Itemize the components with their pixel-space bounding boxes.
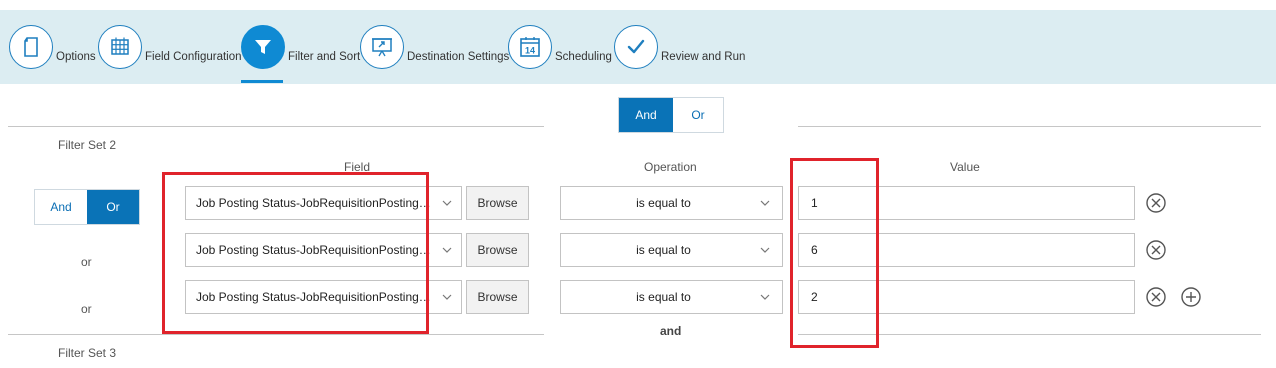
checkmark-icon <box>614 25 658 69</box>
grid-icon <box>98 25 142 69</box>
operation-select-value: is equal to <box>636 290 691 304</box>
chevron-down-icon <box>433 200 461 206</box>
chevron-down-icon <box>748 247 782 253</box>
calendar-day: 14 <box>525 46 535 56</box>
chevron-down-icon <box>433 247 461 253</box>
row-connector-label: or <box>81 302 92 316</box>
filter-sets-connector-label: and <box>660 324 682 338</box>
operation-select-value: is equal to <box>636 243 691 257</box>
chevron-down-icon <box>433 294 461 300</box>
filter-set-or-button[interactable]: Or <box>87 190 139 224</box>
document-icon <box>9 25 53 69</box>
step-scheduling[interactable]: 14 Scheduling <box>508 23 612 71</box>
field-column-highlight <box>162 172 429 334</box>
step-label: Scheduling <box>555 51 612 63</box>
presentation-board-icon <box>360 25 404 69</box>
operation-select[interactable]: is equal to <box>560 186 783 220</box>
operation-column-header: Operation <box>644 160 697 174</box>
filter-set-title: Filter Set 2 <box>58 138 117 152</box>
step-label: Field Configuration <box>145 51 242 63</box>
filter-set-and-button[interactable]: And <box>35 190 87 224</box>
chevron-down-icon <box>748 200 782 206</box>
browse-button[interactable]: Browse <box>466 233 529 267</box>
remove-condition-icon[interactable] <box>1145 286 1167 308</box>
browse-button[interactable]: Browse <box>466 186 529 220</box>
calendar-icon: 14 <box>508 25 552 69</box>
filter-icon <box>241 25 285 69</box>
operation-select[interactable]: is equal to <box>560 280 783 314</box>
divider <box>8 126 544 127</box>
top-and-button[interactable]: And <box>619 98 673 132</box>
step-label: Filter and Sort <box>288 51 361 63</box>
add-condition-icon[interactable] <box>1180 286 1202 308</box>
wizard-step-bar: Options Field Configuration Filter and S… <box>0 10 1276 84</box>
operation-select-value: is equal to <box>636 196 691 210</box>
top-logic-toggle: And Or <box>618 97 724 133</box>
row-connector-label: or <box>81 255 92 269</box>
step-review-and-run[interactable]: Review and Run <box>614 23 745 71</box>
operation-select[interactable]: is equal to <box>560 233 783 267</box>
step-filter-and-sort[interactable]: Filter and Sort <box>241 23 360 71</box>
divider <box>798 126 1261 127</box>
browse-button[interactable]: Browse <box>466 280 529 314</box>
chevron-down-icon <box>748 294 782 300</box>
step-field-configuration[interactable]: Field Configuration <box>98 23 242 71</box>
step-label: Review and Run <box>661 51 746 63</box>
filter-set-logic-toggle: And Or <box>34 189 140 225</box>
remove-condition-icon[interactable] <box>1145 192 1167 214</box>
step-destination-settings[interactable]: Destination Settings <box>360 23 509 71</box>
value-column-header: Value <box>950 160 980 174</box>
step-label: Options <box>56 51 96 63</box>
step-label: Destination Settings <box>407 51 510 63</box>
active-step-indicator <box>241 80 283 83</box>
top-or-button[interactable]: Or <box>673 98 723 132</box>
step-options[interactable]: Options <box>9 23 96 71</box>
divider <box>8 334 544 335</box>
value-column-highlight <box>790 158 879 348</box>
filter-set-title: Filter Set 3 <box>58 346 117 360</box>
remove-condition-icon[interactable] <box>1145 239 1167 261</box>
